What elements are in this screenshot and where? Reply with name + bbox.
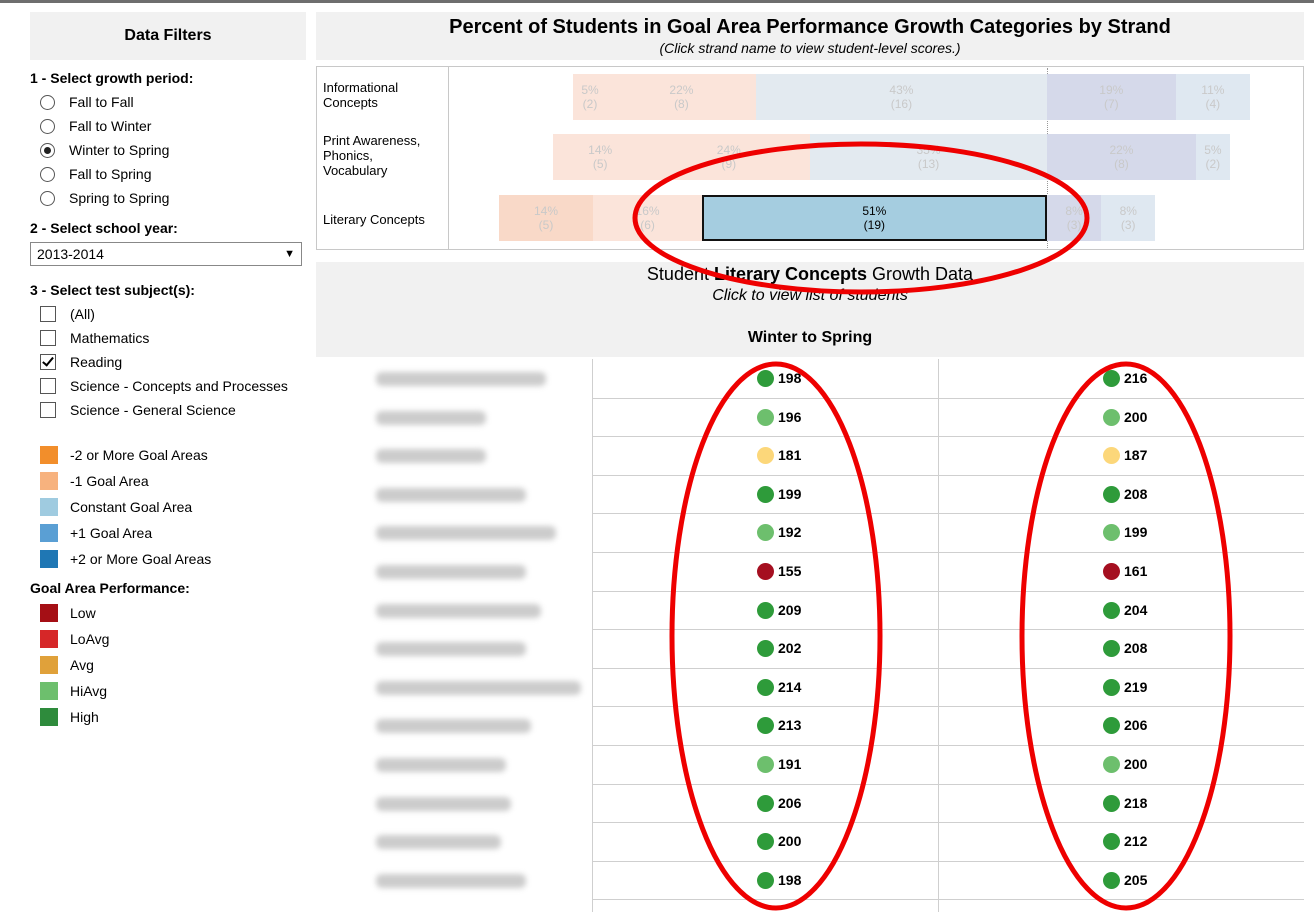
annotation-ellipse-end <box>1019 361 1233 911</box>
annotation-ellipse-chart <box>632 141 1090 295</box>
annotation-ellipse-start <box>669 361 883 911</box>
annotation-overlay <box>632 141 1233 911</box>
